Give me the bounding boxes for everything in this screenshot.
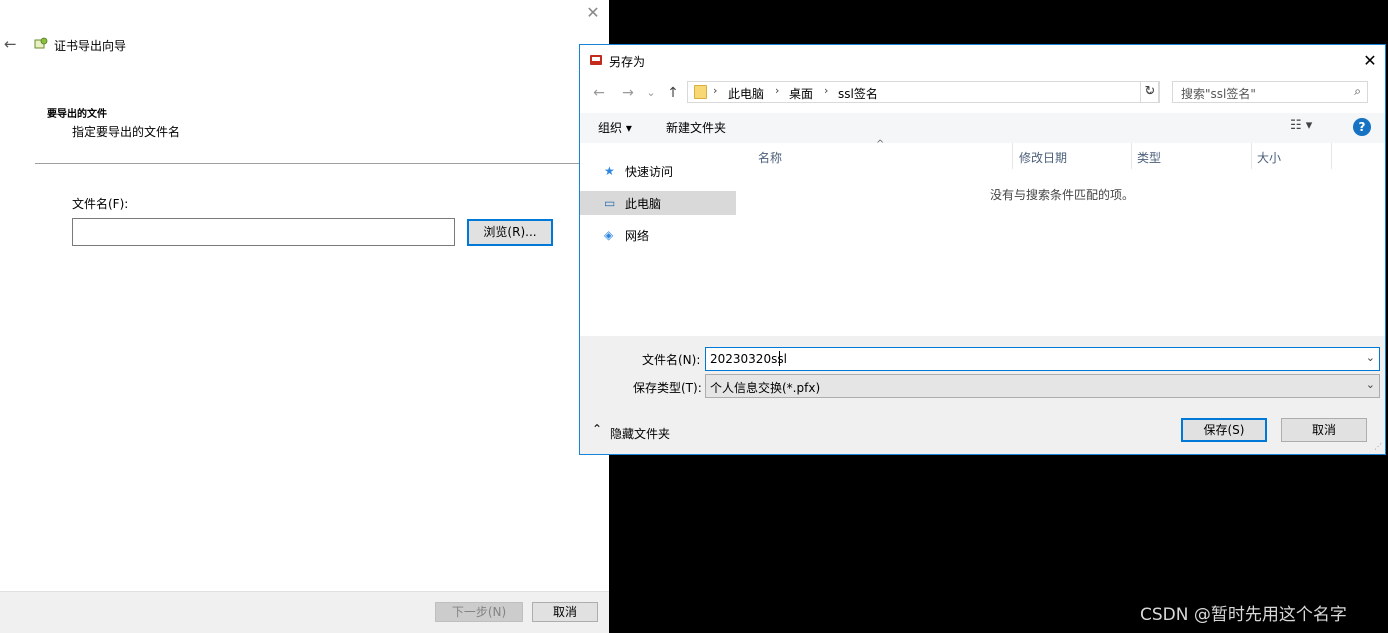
computer-icon: ▭ [604, 196, 616, 210]
navigation-bar: ← → ⌄ ↑ › 此电脑 › 桌面 › ssl签名 ⌄ ↻ 搜索"ssl签名"… [580, 79, 1385, 107]
breadcrumb-separator[interactable]: › [775, 84, 779, 97]
save-type-select[interactable]: 个人信息交换(*.pfx) ⌄ [705, 374, 1380, 398]
nav-item-this-pc[interactable]: ▭ 此电脑 [580, 191, 736, 215]
wizard-footer: 下一步(N) 取消 [0, 591, 609, 633]
refresh-icon[interactable]: ↻ [1140, 81, 1160, 103]
save-as-app-icon [590, 55, 602, 65]
save-as-dialog: 另存为 ✕ ← → ⌄ ↑ › 此电脑 › 桌面 › ssl签名 ⌄ ↻ 搜索"… [579, 44, 1386, 455]
column-divider[interactable] [1012, 143, 1013, 169]
save-type-dropdown-icon[interactable]: ⌄ [1366, 378, 1375, 391]
search-placeholder: 搜索"ssl签名" [1181, 87, 1256, 101]
column-header-modified[interactable]: 修改日期 [1019, 149, 1067, 166]
command-toolbar: 组织 ▾ 新建文件夹 ☷ ▾ ? [580, 113, 1385, 143]
search-box[interactable]: 搜索"ssl签名" ⌕ [1172, 81, 1368, 103]
column-divider[interactable] [1331, 143, 1332, 169]
sort-ascending-icon: ^ [876, 139, 885, 150]
search-icon[interactable]: ⌕ [1354, 84, 1361, 99]
breadcrumb-this-pc[interactable]: 此电脑 [728, 85, 764, 102]
hide-folders-toggle[interactable]: 隐藏文件夹 [610, 425, 670, 442]
certificate-export-wizard: ✕ ← 证书导出向导 要导出的文件 指定要导出的文件名 文件名(F): 浏览(R… [0, 0, 609, 633]
forward-icon[interactable]: → [619, 83, 637, 103]
empty-list-message: 没有与搜索条件匹配的项。 [990, 188, 1135, 202]
back-icon[interactable]: ← [590, 83, 608, 103]
navigation-pane: ★ 快速访问 ▭ 此电脑 ◈ 网络 [580, 143, 739, 336]
help-icon[interactable]: ? [1353, 118, 1371, 136]
breadcrumb-desktop[interactable]: 桌面 [789, 85, 813, 102]
back-arrow-icon[interactable]: ← [4, 35, 20, 53]
save-button[interactable]: 保存(S) [1181, 418, 1267, 442]
breadcrumb-separator[interactable]: › [824, 84, 828, 97]
wizard-title: 证书导出向导 [54, 39, 127, 53]
recent-locations-icon[interactable]: ⌄ [642, 83, 660, 103]
wizard-close-icon[interactable]: ✕ [583, 3, 603, 23]
chevron-up-icon[interactable]: ⌃ [592, 422, 602, 436]
browse-button[interactable]: 浏览(R)... [467, 219, 553, 246]
organize-menu-button[interactable]: 组织 ▾ [598, 119, 632, 136]
column-divider[interactable] [1251, 143, 1252, 169]
dialog-cancel-button[interactable]: 取消 [1281, 418, 1367, 442]
column-header-name[interactable]: 名称 [758, 149, 782, 166]
folder-icon [694, 85, 707, 99]
dialog-title: 另存为 [609, 55, 646, 69]
save-type-value: 个人信息交换(*.pfx) [710, 381, 821, 395]
breadcrumb-separator: › [713, 84, 718, 97]
address-bar[interactable]: › 此电脑 › 桌面 › ssl签名 ⌄ [687, 81, 1159, 103]
column-divider[interactable] [1131, 143, 1132, 169]
dialog-titlebar: 另存为 ✕ [580, 45, 1385, 75]
divider [35, 163, 609, 164]
next-button[interactable]: 下一步(N) [435, 602, 523, 622]
filename-label: 文件名(F): [72, 197, 129, 211]
filename-input[interactable] [72, 218, 455, 246]
wizard-cancel-button[interactable]: 取消 [532, 602, 598, 622]
file-list[interactable]: ^ 名称 修改日期 类型 大小 没有与搜索条件匹配的项。 [738, 139, 1385, 336]
dialog-close-icon[interactable]: ✕ [1360, 51, 1380, 71]
view-options-icon[interactable]: ☷ ▾ [1290, 118, 1312, 133]
resize-grip-icon[interactable]: ⋰ [1374, 442, 1382, 451]
filename-dropdown-icon[interactable]: ⌄ [1366, 351, 1375, 364]
up-folder-icon[interactable]: ↑ [664, 83, 682, 103]
section-heading: 要导出的文件 [47, 109, 107, 120]
save-type-label: 保存类型(T): [633, 381, 702, 395]
watermark: CSDN @暂时先用这个名字 [1140, 605, 1347, 625]
nav-item-label: 此电脑 [625, 197, 662, 211]
nav-item-label: 网络 [625, 229, 650, 243]
save-filename-input[interactable]: 20230320ssl ⌄ [705, 347, 1380, 371]
section-subheading: 指定要导出的文件名 [72, 125, 181, 139]
breadcrumb-ssl-folder[interactable]: ssl签名 [838, 85, 878, 102]
save-filename-value: 20230320ssl [710, 352, 787, 366]
dialog-bottom-panel: 文件名(N): 20230320ssl ⌄ 保存类型(T): 个人信息交换(*.… [580, 336, 1385, 454]
star-icon: ★ [604, 164, 615, 178]
column-header-size[interactable]: 大小 [1257, 149, 1281, 166]
save-filename-label: 文件名(N): [642, 353, 701, 367]
nav-item-quick-access[interactable]: ★ 快速访问 [580, 159, 736, 183]
nav-item-label: 快速访问 [625, 165, 674, 179]
column-header-type[interactable]: 类型 [1137, 149, 1161, 166]
nav-item-network[interactable]: ◈ 网络 [580, 223, 736, 247]
new-folder-button[interactable]: 新建文件夹 [666, 119, 726, 136]
text-caret [779, 351, 780, 366]
network-icon: ◈ [604, 228, 614, 242]
certificate-icon [34, 37, 48, 49]
